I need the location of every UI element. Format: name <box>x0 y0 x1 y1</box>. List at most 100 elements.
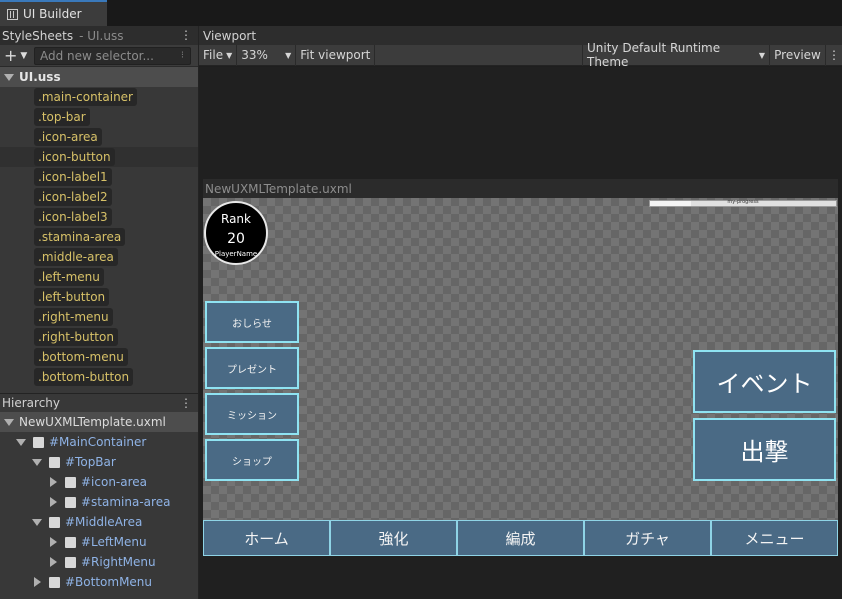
selector-pill: .icon-label2 <box>34 188 112 206</box>
caret-down-icon: ▼ <box>226 50 233 60</box>
hierarchy-panel: Hierarchy ⋮ NewUXMLTemplate.uxml #MainCo… <box>0 393 198 592</box>
expand-arrow-icon[interactable] <box>30 518 44 526</box>
toolbar-spacer <box>375 44 583 66</box>
preview-button[interactable]: Preview <box>770 44 826 66</box>
selector-row[interactable]: .icon-area <box>0 127 198 147</box>
selector-pill: .icon-button <box>34 148 115 166</box>
selector-row[interactable]: .icon-label3 <box>0 207 198 227</box>
hierarchy-node[interactable]: #MiddleArea <box>0 512 198 532</box>
caret-down-icon: ▼ <box>20 50 28 61</box>
progress-text: my-progress <box>727 199 759 205</box>
viewport-menu-icon[interactable]: ⋮ <box>826 45 842 66</box>
fit-viewport-button[interactable]: Fit viewport <box>296 44 376 66</box>
selector-row[interactable]: .main-container <box>0 87 198 107</box>
rank-label: Rank <box>221 212 251 226</box>
hierarchy-node[interactable]: #RightMenu <box>0 552 198 572</box>
selector-list: .main-container .top-bar .icon-area .icon-b… <box>0 87 198 387</box>
hierarchy-node-label: #MiddleArea <box>65 515 143 529</box>
collapse-arrow-icon[interactable] <box>46 497 60 507</box>
selector-options-icon[interactable]: ⁝ <box>181 50 184 61</box>
rank-value: 20 <box>227 231 245 247</box>
plus-icon: + <box>4 46 18 65</box>
document-title-bar: NewUXMLTemplate.uxml <box>203 179 838 198</box>
selector-pill: .icon-label1 <box>34 168 112 186</box>
stamina-progress-bar: my-progress <box>649 199 837 207</box>
hierarchy-title: Hierarchy <box>2 396 61 410</box>
left-button-present[interactable]: プレゼント <box>205 347 299 389</box>
expand-arrow-icon[interactable] <box>30 458 44 466</box>
selector-row[interactable]: .icon-label1 <box>0 167 198 187</box>
collapse-arrow-icon[interactable] <box>46 477 60 487</box>
player-name: PlayerName <box>214 250 258 258</box>
rank-icon-button[interactable]: Rank 20 PlayerName <box>204 201 268 265</box>
right-button-event[interactable]: イベント <box>693 350 836 413</box>
selector-row[interactable]: .right-button <box>0 327 198 347</box>
selector-pill: .bottom-button <box>34 368 134 386</box>
right-button-sortie[interactable]: 出撃 <box>693 418 836 481</box>
uss-file-row[interactable]: UI.uss <box>0 67 198 87</box>
viewport-toolbar: File ▼ 33% ▼ Fit viewport Unity Default Ru… <box>199 41 842 69</box>
selector-pill: .main-container <box>34 88 137 106</box>
ui-builder-tab[interactable]: UI Builder <box>0 0 107 26</box>
expand-arrow-icon[interactable] <box>4 73 14 81</box>
element-icon <box>65 496 76 508</box>
selector-row[interactable]: .icon-button <box>0 147 198 167</box>
preview-label: Preview <box>774 48 821 62</box>
collapse-arrow-icon[interactable] <box>30 577 44 587</box>
selector-row[interactable]: .right-menu <box>0 307 198 327</box>
collapse-arrow-icon[interactable] <box>46 557 60 567</box>
file-menu[interactable]: File ▼ <box>199 44 238 66</box>
bottom-button-home[interactable]: ホーム <box>203 520 330 556</box>
zoom-dropdown[interactable]: 33% ▼ <box>237 44 297 66</box>
selector-pill: .left-menu <box>34 268 104 286</box>
file-menu-label: File <box>203 48 224 62</box>
theme-label: Unity Default Runtime Theme <box>587 41 721 69</box>
left-button-mission[interactable]: ミッション <box>205 393 299 435</box>
document-title: NewUXMLTemplate.uxml <box>205 181 352 196</box>
selector-row[interactable]: .top-bar <box>0 107 198 127</box>
selector-row[interactable]: .middle-area <box>0 247 198 267</box>
hierarchy-node[interactable]: #MainContainer <box>0 432 198 452</box>
new-selector-placeholder: Add new selector... <box>40 48 154 63</box>
hierarchy-node[interactable]: #BottomMenu <box>0 572 198 592</box>
bottom-button-enhance[interactable]: 強化 <box>330 520 457 556</box>
new-selector-input[interactable]: Add new selector... ⁝ <box>34 46 191 65</box>
left-button-shop[interactable]: ショップ <box>205 439 299 481</box>
hierarchy-node-label: #BottomMenu <box>65 575 153 589</box>
left-button-oshirase[interactable]: おしらせ <box>205 301 299 343</box>
selector-row[interactable]: .left-button <box>0 287 198 307</box>
hierarchy-root-row[interactable]: NewUXMLTemplate.uxml <box>0 412 198 432</box>
zoom-value: 33% <box>241 48 268 62</box>
selector-row[interactable]: .bottom-button <box>0 367 198 387</box>
bottom-menu: ホーム 強化 編成 ガチャ メニュー <box>203 520 838 556</box>
selector-row[interactable]: .left-menu <box>0 267 198 287</box>
bottom-button-menu[interactable]: メニュー <box>711 520 838 556</box>
hierarchy-node[interactable]: #stamina-area <box>0 492 198 512</box>
bottom-button-formation[interactable]: 編成 <box>457 520 584 556</box>
expand-arrow-icon[interactable] <box>14 438 28 446</box>
collapse-arrow-icon[interactable] <box>46 537 60 547</box>
hierarchy-node[interactable]: #LeftMenu <box>0 532 198 552</box>
expand-arrow-icon[interactable] <box>4 418 14 426</box>
hierarchy-node[interactable]: #icon-area <box>0 472 198 492</box>
hierarchy-header: Hierarchy ⋮ <box>0 393 198 412</box>
hierarchy-menu-icon[interactable]: ⋮ <box>180 396 192 410</box>
caret-down-icon: ▼ <box>285 50 292 60</box>
stylesheets-header: StyleSheets - UI.uss ⋮ <box>0 26 198 45</box>
hierarchy-node[interactable]: #TopBar <box>0 452 198 472</box>
selector-row[interactable]: .stamina-area <box>0 227 198 247</box>
add-stylesheet-button[interactable]: + ▼ <box>0 45 34 67</box>
fit-viewport-label: Fit viewport <box>300 48 371 62</box>
stylesheets-menu-icon[interactable]: ⋮ <box>180 28 192 42</box>
element-icon <box>65 476 76 488</box>
selector-row[interactable]: .icon-label2 <box>0 187 198 207</box>
stylesheets-title: StyleSheets <box>2 28 74 43</box>
element-icon <box>49 456 60 468</box>
ui-document[interactable]: Rank 20 PlayerName my-progress おしらせ プレゼン… <box>203 198 838 556</box>
bottom-button-gacha[interactable]: ガチャ <box>584 520 711 556</box>
selector-row[interactable]: .bottom-menu <box>0 347 198 367</box>
left-panel: StyleSheets - UI.uss ⋮ + ▼ Add new select… <box>0 26 199 599</box>
theme-dropdown[interactable]: Unity Default Runtime Theme ▼ <box>583 41 770 69</box>
hierarchy-node-label: #icon-area <box>81 475 148 489</box>
hierarchy-node-label: #TopBar <box>65 455 116 469</box>
